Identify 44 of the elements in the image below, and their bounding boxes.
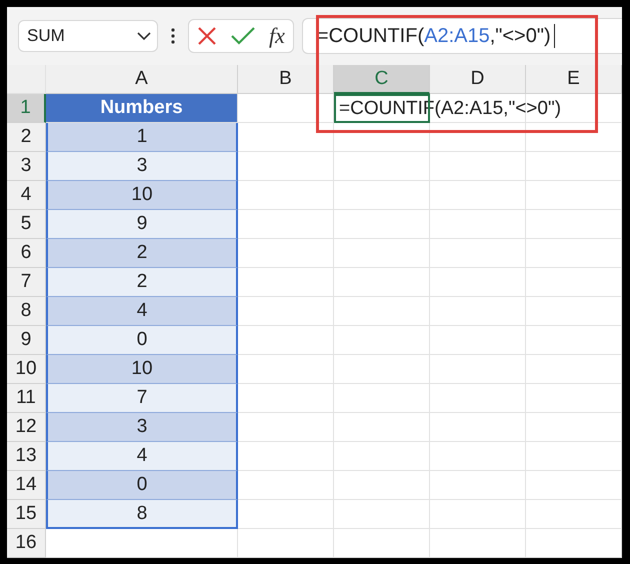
table-cell: 3: [46, 413, 238, 442]
table-cell: 0: [46, 326, 238, 355]
table-cell: 3: [46, 152, 238, 181]
column-header[interactable]: C: [334, 65, 430, 94]
row-header[interactable]: 11: [7, 384, 46, 413]
row-header[interactable]: 4: [7, 181, 46, 210]
table-cell: 2: [46, 239, 238, 268]
row-header[interactable]: 3: [7, 152, 46, 181]
row-header[interactable]: 12: [7, 413, 46, 442]
row-header[interactable]: 7: [7, 268, 46, 297]
table-cell: 9: [46, 210, 238, 239]
row-header[interactable]: 2: [7, 123, 46, 152]
column-header[interactable]: D: [430, 65, 526, 94]
table-cell: 4: [46, 297, 238, 326]
row-header[interactable]: 15: [7, 500, 46, 529]
row-header[interactable]: 10: [7, 355, 46, 384]
table-cell: 7: [46, 384, 238, 413]
header-cell: Numbers: [46, 94, 238, 123]
row-header[interactable]: 9: [7, 326, 46, 355]
check-icon[interactable]: [231, 27, 255, 45]
row-header[interactable]: 13: [7, 442, 46, 471]
table-cell: 0: [46, 471, 238, 500]
table-cell: 10: [46, 355, 238, 384]
cancel-icon[interactable]: [197, 26, 217, 46]
row-header[interactable]: 1: [7, 94, 46, 123]
table-cell: 4: [46, 442, 238, 471]
column-header[interactable]: B: [238, 65, 334, 94]
table-cell: 2: [46, 268, 238, 297]
name-box[interactable]: SUM: [18, 20, 158, 52]
table-cell: 10: [46, 181, 238, 210]
row-header[interactable]: 14: [7, 471, 46, 500]
insert-function-button[interactable]: fx: [269, 23, 285, 49]
table-cell: 8: [46, 500, 238, 529]
more-icon[interactable]: [170, 27, 176, 45]
text-cursor: [554, 24, 555, 48]
row-header[interactable]: 16: [7, 529, 46, 558]
row-header[interactable]: 6: [7, 239, 46, 268]
row-header[interactable]: 8: [7, 297, 46, 326]
column-header[interactable]: A: [46, 65, 238, 94]
chevron-down-icon[interactable]: [137, 32, 151, 40]
table-cell: 1: [46, 123, 238, 152]
column-header[interactable]: E: [526, 65, 622, 94]
formula-bar[interactable]: =COUNTIF(A2:A15,"<>0"): [302, 18, 622, 54]
row-header[interactable]: 5: [7, 210, 46, 239]
